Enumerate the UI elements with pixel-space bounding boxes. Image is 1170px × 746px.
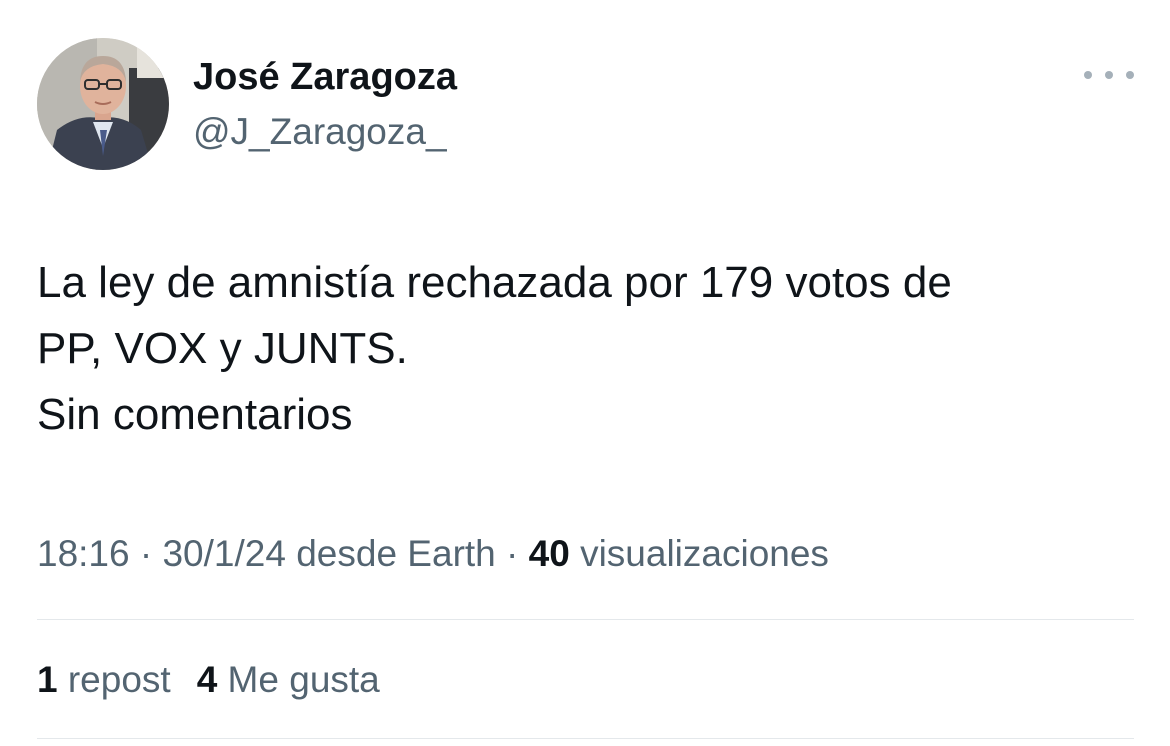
meta-separator: · [495, 533, 529, 574]
views-label: visualizaciones [569, 533, 829, 574]
display-name[interactable]: José Zaragoza [193, 54, 457, 100]
likes-count: 4 [196, 659, 218, 700]
user-handle[interactable]: @J_Zaragoza_ [193, 110, 447, 154]
views-count: 40 [528, 533, 570, 574]
tweet-text-line: PP, VOX y JUNTS. [37, 324, 408, 373]
meta-separator: · [129, 533, 163, 574]
divider [37, 738, 1134, 739]
more-dot [1126, 71, 1134, 79]
tweet-text-line: Sin comentarios [37, 390, 353, 439]
divider [37, 619, 1134, 620]
likes-label: Me gusta [217, 659, 380, 700]
tweet-source: desde Earth [285, 533, 496, 574]
likes-link[interactable]: 4 Me gusta [197, 659, 380, 700]
engagement-stats: 1 repost 4 Me gusta [37, 656, 380, 704]
more-dot [1084, 71, 1092, 79]
more-horizontal-icon[interactable] [1084, 64, 1134, 86]
reposts-count: 1 [37, 659, 58, 700]
tweet-meta: 18:16 · 30/1/24 desde Earth · 40 visuali… [37, 530, 829, 578]
more-dot [1105, 71, 1113, 79]
tweet-time[interactable]: 18:16 [37, 533, 130, 574]
avatar[interactable] [37, 38, 169, 170]
tweet-date[interactable]: 30/1/24 [162, 533, 285, 574]
tweet-text-line: La ley de amnistía rechazada por 179 vot… [37, 258, 952, 307]
tweet-card: José Zaragoza @J_Zaragoza_ La ley de amn… [0, 0, 1170, 746]
reposts-link[interactable]: 1 repost [37, 659, 171, 700]
tweet-text: La ley de amnistía rechazada por 179 vot… [37, 250, 1137, 448]
reposts-label: repost [57, 659, 171, 700]
